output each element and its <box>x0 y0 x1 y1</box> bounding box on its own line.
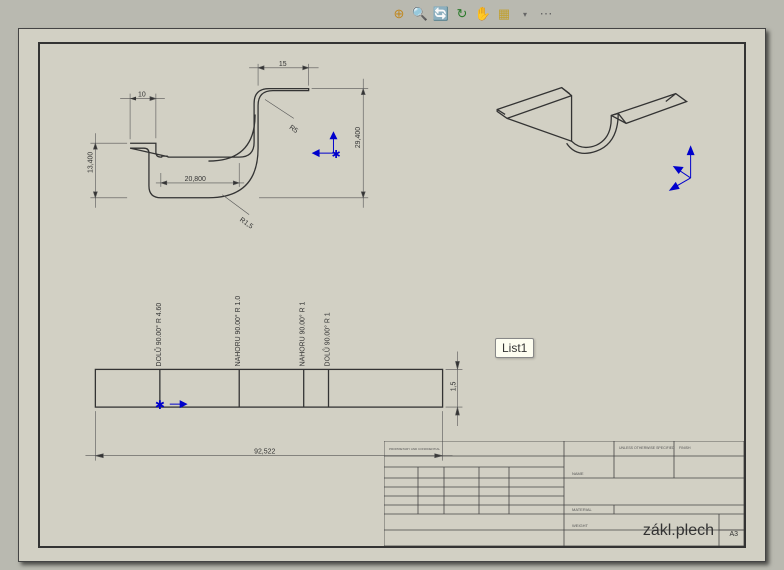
dim-r15: R1,5 <box>238 216 254 230</box>
part-name: zákl.plech <box>643 522 714 540</box>
bend-note-2: NAHORU 90.00° R 1.0 <box>234 296 242 367</box>
svg-text:UNLESS OTHERWISE SPECIFIED: UNLESS OTHERWISE SPECIFIED <box>619 446 675 450</box>
dim-20800: 20,800 <box>185 176 206 183</box>
svg-text:✱: ✱ <box>331 149 340 161</box>
rotate-icon[interactable]: 🔄 <box>432 5 450 23</box>
pan-icon[interactable]: ✋ <box>474 5 492 23</box>
bend-note-3: NAHORU 90.00° R 1 <box>299 301 307 366</box>
view-toolbar: ⊕ 🔍 🔄 ↻ ✋ ▦ ▾ ⋯ <box>390 4 555 24</box>
title-block: .tb{stroke:#444;stroke-width:0.8;fill:no… <box>384 441 744 546</box>
bend-note-1: DOLŮ 90.00° R 4.60 <box>154 303 163 367</box>
dropdown-icon[interactable]: ▾ <box>516 5 534 23</box>
svg-text:NAME: NAME <box>572 471 584 476</box>
dim-29400: 29,400 <box>355 127 362 148</box>
svg-text:WEIGHT: WEIGHT <box>572 523 589 528</box>
svg-text:FINISH: FINISH <box>679 446 691 450</box>
display-style-icon[interactable]: ▦ <box>495 5 513 23</box>
dim-13400: 13,400 <box>87 152 94 173</box>
origin-triad-front[interactable]: ✱ <box>312 131 341 161</box>
isometric-view <box>497 88 694 191</box>
svg-text:MATERIAL: MATERIAL <box>572 507 592 512</box>
front-profile-view: 10 15 13,400 <box>87 61 368 231</box>
dim-thickness: 1,5 <box>450 381 457 391</box>
drawing-sheet[interactable]: .thin { stroke:#555; stroke-width:0.7; f… <box>18 28 766 562</box>
flat-pattern-view: DOLŮ 90.00° R 4.60 NAHORU 90.00° R 1.0 N… <box>85 296 462 461</box>
zoom-area-icon[interactable]: 🔍 <box>411 5 429 23</box>
dim-10: 10 <box>138 92 146 99</box>
refresh-icon[interactable]: ↻ <box>453 5 471 23</box>
svg-text:PROPRIETARY AND CONFIDENTIAL: PROPRIETARY AND CONFIDENTIAL <box>389 447 440 451</box>
svg-text:✱: ✱ <box>155 398 165 412</box>
options-icon[interactable]: ⋯ <box>537 5 555 23</box>
dim-15: 15 <box>279 61 287 68</box>
dim-flatlength: 92,522 <box>254 449 275 456</box>
origin-triad-flat[interactable]: ✱ <box>155 398 188 412</box>
sheet-tooltip: List1 <box>495 338 534 358</box>
zoom-fit-icon[interactable]: ⊕ <box>390 5 408 23</box>
origin-triad-iso[interactable] <box>669 145 695 191</box>
drawing-frame: .thin { stroke:#555; stroke-width:0.7; f… <box>38 42 746 548</box>
bend-note-4: DOLŮ 90.00° R 1 <box>322 312 331 366</box>
dim-r5: R5 <box>288 124 299 135</box>
sheet-format: A3 <box>729 531 738 538</box>
